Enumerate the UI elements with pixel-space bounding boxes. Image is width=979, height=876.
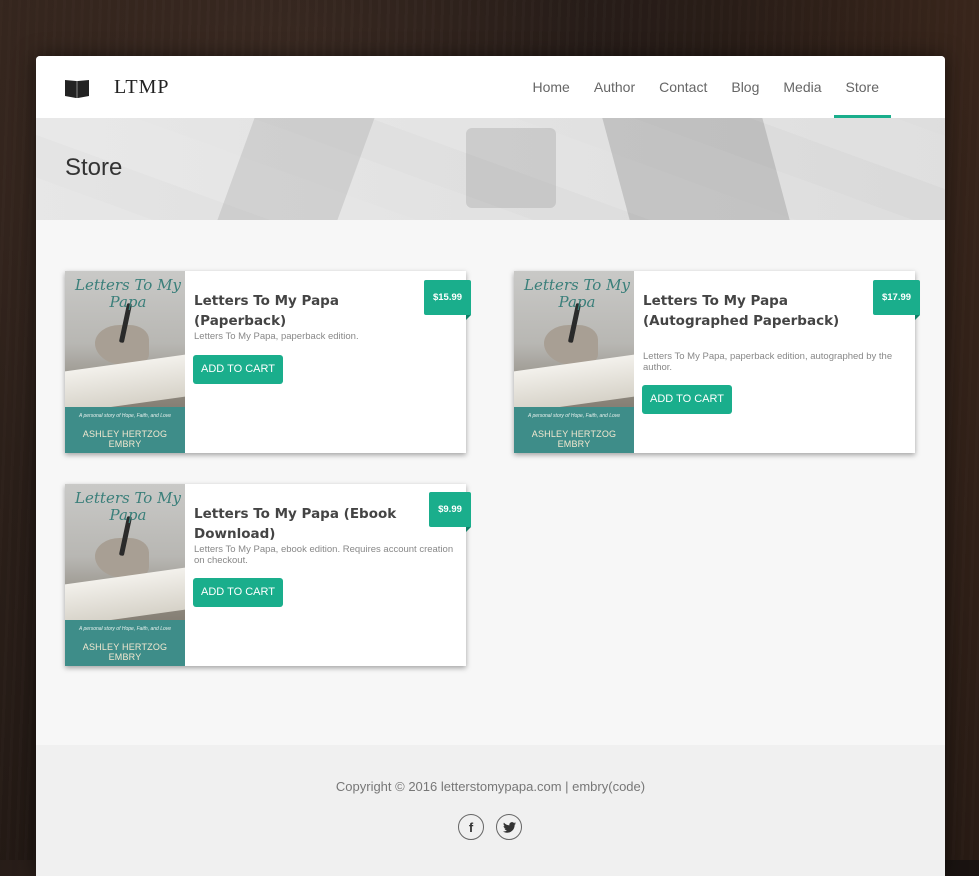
product-title[interactable]: Letters To My Papa (Paperback) <box>194 291 426 331</box>
cover-paper-art <box>514 354 634 414</box>
product-cover-image[interactable]: Letters To My Papa A personal story of Ho… <box>514 271 634 453</box>
footer: Copyright © 2016 letterstomypapa.com | e… <box>36 745 945 876</box>
nav-item-media[interactable]: Media <box>771 56 833 118</box>
book-icon <box>65 79 89 98</box>
banner-decoration <box>602 118 790 220</box>
copyright-text: Copyright © 2016 letterstomypapa.com | e… <box>335 779 646 794</box>
add-to-cart-button[interactable]: ADD TO CART <box>193 355 283 384</box>
add-to-cart-button[interactable]: ADD TO CART <box>642 385 732 414</box>
cover-author: ASHLEY HERTZOG EMBRY <box>82 642 168 662</box>
navbar: LTMP Home Author Contact Blog Media Stor… <box>36 56 945 118</box>
cover-subtitle: A personal story of Hope, Faith, and Lov… <box>527 413 621 419</box>
product-card-autographed: Letters To My Papa A personal story of Ho… <box>514 271 920 453</box>
price-badge: $9.99 <box>429 492 471 532</box>
main-nav: Home Author Contact Blog Media Store <box>521 56 892 118</box>
facebook-icon[interactable]: f <box>458 814 484 840</box>
nav-item-store[interactable]: Store <box>833 56 892 118</box>
price-badge: $17.99 <box>873 280 920 320</box>
cover-title: Letters To My Papa <box>75 276 181 311</box>
product-title[interactable]: Letters To My Papa (Autographed Paperbac… <box>643 291 875 331</box>
product-card-ebook: Letters To My Papa A personal story of Ho… <box>65 484 471 666</box>
cover-paper-art <box>65 567 185 627</box>
product-description: Letters To My Papa, paperback edition, a… <box>643 351 893 373</box>
banner-decoration <box>217 118 375 220</box>
nav-item-home[interactable]: Home <box>521 56 582 118</box>
cover-title: Letters To My Papa <box>524 276 630 311</box>
product-description: Letters To My Papa, ebook edition. Requi… <box>194 544 454 566</box>
product-title[interactable]: Letters To My Papa (Ebook Download) <box>194 504 434 544</box>
page-title: Store <box>65 154 123 181</box>
product-cover-image[interactable]: Letters To My Papa A personal story of Ho… <box>65 271 185 453</box>
twitter-bird-icon <box>502 821 516 833</box>
brand-logo[interactable]: LTMP <box>64 76 170 99</box>
cover-author: ASHLEY HERTZOG EMBRY <box>82 429 168 449</box>
banner-decoration <box>466 128 556 208</box>
page-header-banner: Store <box>36 118 945 220</box>
product-card-paperback: Letters To My Papa A personal story of Ho… <box>65 271 471 453</box>
nav-item-blog[interactable]: Blog <box>719 56 771 118</box>
cover-subtitle: A personal story of Hope, Faith, and Lov… <box>78 626 172 632</box>
nav-item-author[interactable]: Author <box>582 56 647 118</box>
brand-name: LTMP <box>114 76 170 98</box>
product-description: Letters To My Papa, paperback edition. <box>194 331 359 342</box>
product-cover-image[interactable]: Letters To My Papa A personal story of Ho… <box>65 484 185 666</box>
cover-subtitle: A personal story of Hope, Faith, and Lov… <box>78 413 172 419</box>
page-container: LTMP Home Author Contact Blog Media Stor… <box>36 56 945 876</box>
price-badge: $15.99 <box>424 280 471 320</box>
cover-paper-art <box>65 354 185 414</box>
cover-author: ASHLEY HERTZOG EMBRY <box>531 429 617 449</box>
add-to-cart-button[interactable]: ADD TO CART <box>193 578 283 607</box>
twitter-icon[interactable] <box>496 814 522 840</box>
cover-title: Letters To My Papa <box>75 489 181 524</box>
nav-item-contact[interactable]: Contact <box>647 56 719 118</box>
